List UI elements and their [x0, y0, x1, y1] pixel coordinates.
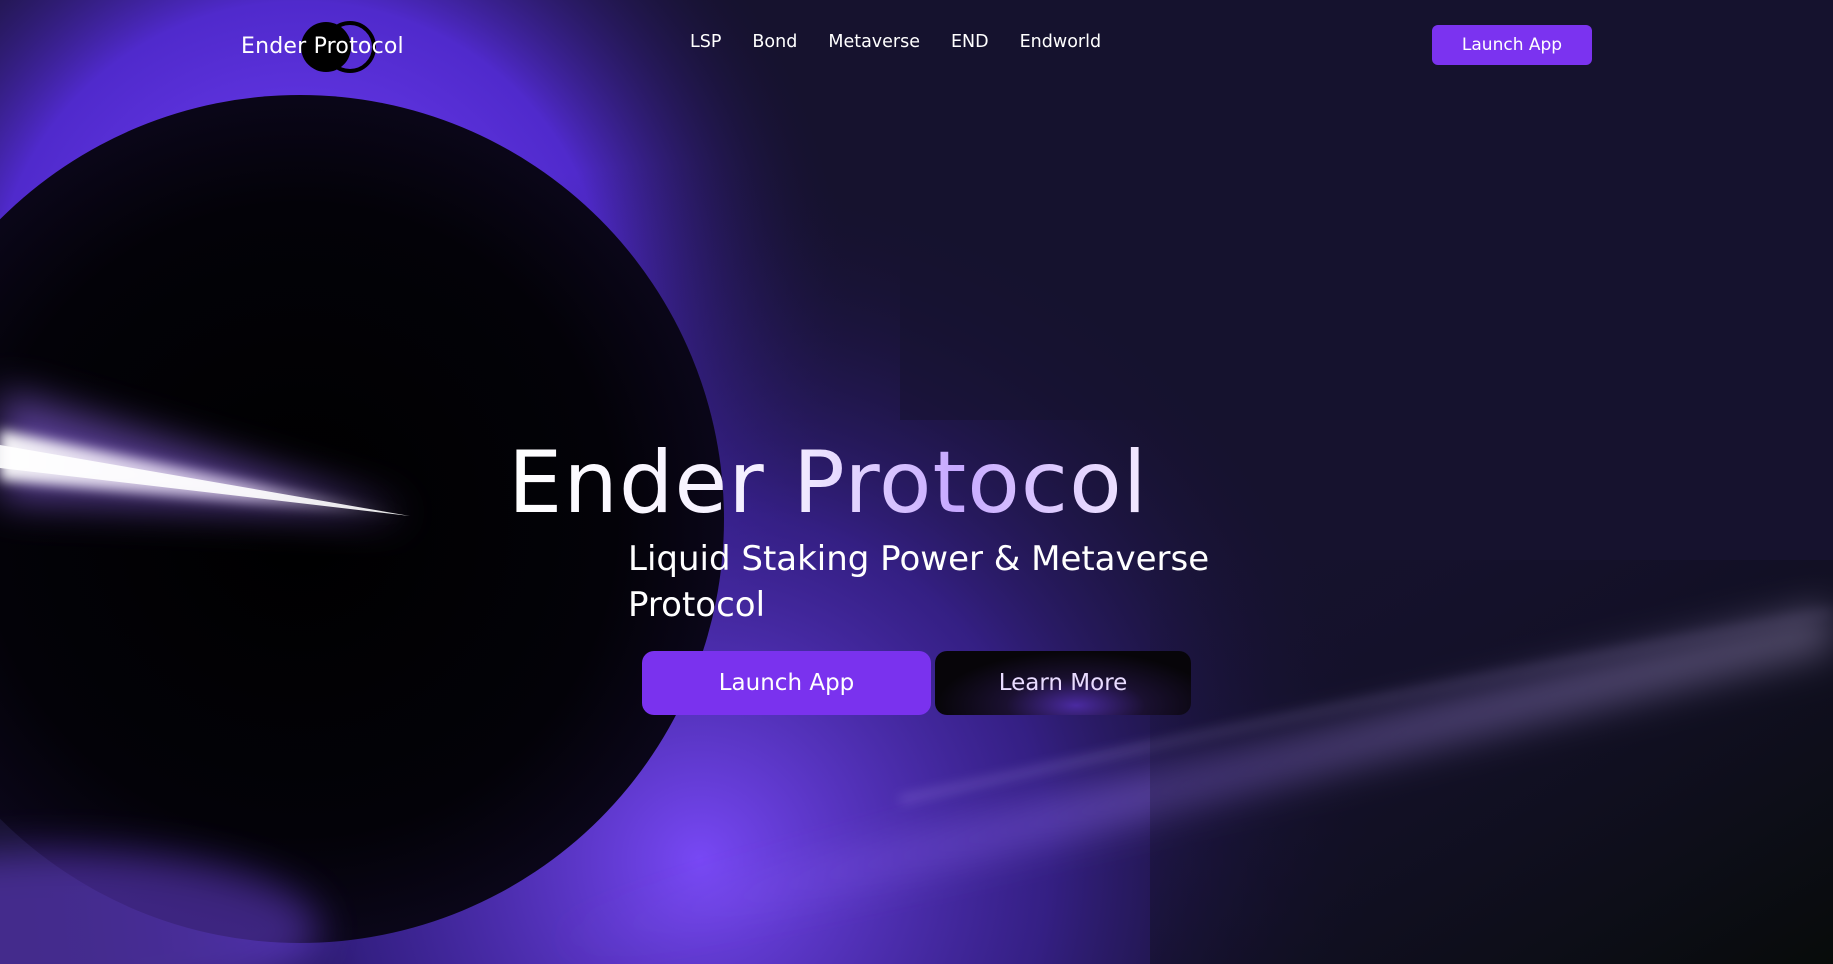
site-header: Ender Protocol LSP Bond Metaverse END En… [0, 0, 1833, 90]
nav-item-bond[interactable]: Bond [752, 32, 797, 52]
launch-app-button[interactable]: Launch App [642, 651, 931, 715]
nav-item-metaverse[interactable]: Metaverse [828, 32, 920, 52]
hero-title: Ender Protocol [508, 433, 1148, 533]
hero-subtitle: Liquid Staking Power & Metaverse Protoco… [628, 539, 1210, 625]
nav-item-endworld[interactable]: Endworld [1020, 32, 1101, 52]
nav-item-end[interactable]: END [951, 32, 989, 52]
nav-item-lsp[interactable]: LSP [690, 32, 721, 52]
learn-more-button[interactable]: Learn More [935, 651, 1191, 715]
brand-logo-link[interactable]: Ender Protocol [241, 18, 404, 74]
main-nav: LSP Bond Metaverse END Endworld [690, 32, 1132, 52]
brand-name: Ender Protocol [241, 33, 404, 59]
header-launch-app-button[interactable]: Launch App [1432, 25, 1592, 65]
